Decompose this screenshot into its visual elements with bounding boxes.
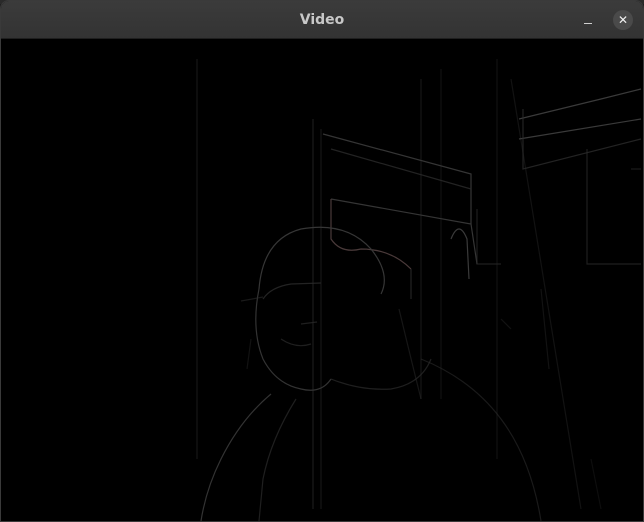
edge-detection-video-image [196, 59, 642, 521]
window-title: Video [299, 12, 345, 28]
video-frame [1, 39, 643, 521]
minimize-button[interactable] [577, 9, 599, 31]
video-window: Video ✕ [1, 1, 643, 521]
title-bar[interactable]: Video ✕ [1, 1, 643, 39]
close-button[interactable]: ✕ [613, 10, 633, 30]
close-icon: ✕ [617, 13, 629, 27]
